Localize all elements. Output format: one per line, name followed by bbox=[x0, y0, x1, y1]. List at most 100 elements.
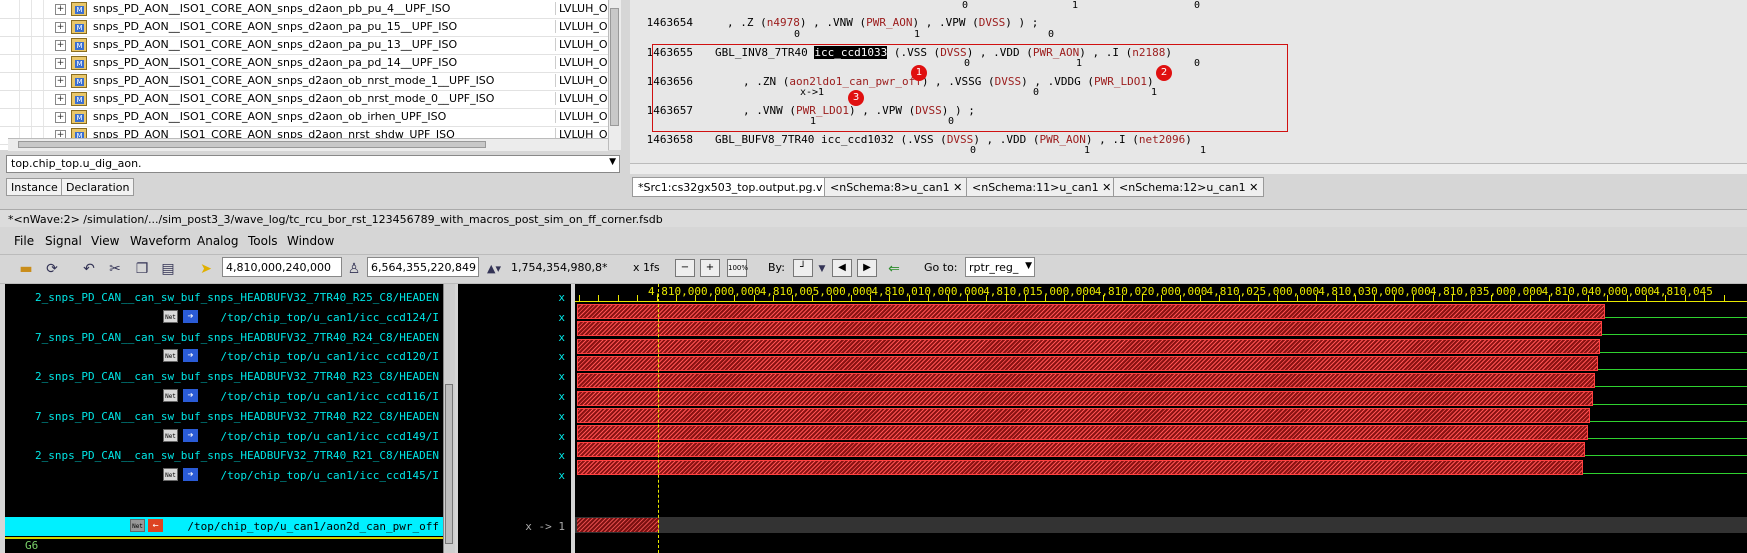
menu-file[interactable]: File bbox=[14, 234, 34, 248]
signal-list-scrollbar[interactable] bbox=[443, 284, 455, 553]
group-label: G6 bbox=[25, 539, 39, 552]
menu-analog[interactable]: Analog bbox=[197, 234, 238, 248]
waveform-unknown-segment[interactable] bbox=[577, 321, 1602, 337]
waveform-low-segment[interactable] bbox=[1588, 438, 1747, 440]
waveform-unknown-segment[interactable] bbox=[577, 355, 1598, 371]
search-type-icon[interactable]: ┘ bbox=[793, 259, 813, 277]
waveform-unknown-segment[interactable] bbox=[577, 304, 1605, 319]
signal-value: 1 bbox=[1072, 0, 1079, 11]
menu-window[interactable]: Window bbox=[287, 234, 334, 248]
expand-icon[interactable]: + bbox=[55, 40, 66, 51]
waveform-unknown-segment[interactable] bbox=[577, 518, 659, 532]
waveform-unknown-segment[interactable] bbox=[577, 442, 1585, 458]
menu-signal[interactable]: Signal bbox=[45, 234, 82, 248]
signal-row[interactable]: Net ➔ /top/chip_top/u_can1/icc_ccd124/I bbox=[5, 308, 443, 327]
signal-row[interactable]: 7_snps_PD_CAN__can_sw_buf_snps_HEADBUFV3… bbox=[5, 407, 443, 426]
tree-item[interactable]: + snps_PD_AON__ISO1_CORE_AON_snps_d2aon_o… bbox=[0, 90, 608, 109]
signal-row[interactable]: 7_snps_PD_CAN__can_sw_buf_snps_HEADBUFV3… bbox=[5, 328, 443, 347]
signal-row[interactable]: 2_snps_PD_CAN__can_sw_buf_snps_HEADBUFV3… bbox=[5, 288, 443, 307]
tree-item[interactable]: + snps_PD_AON__ISO1_CORE_AON_snps_d2aon_p… bbox=[0, 0, 608, 19]
marker-time-field[interactable]: 6,564,355,220,849 bbox=[367, 257, 479, 277]
expand-icon[interactable]: + bbox=[55, 22, 66, 33]
signal-row[interactable]: Net ← /top/chip_top/u_can1/aon2d_can_pwr_o… bbox=[5, 517, 443, 536]
tree-item[interactable]: + snps_PD_AON__ISO1_CORE_AON_snps_d2aon_p… bbox=[0, 18, 608, 37]
goto-select[interactable]: rptr_reg_ ▼ bbox=[965, 257, 1035, 277]
menu-tools[interactable]: Tools bbox=[248, 234, 278, 248]
search-previous-icon[interactable]: ◀ bbox=[832, 259, 852, 277]
menu-view[interactable]: View bbox=[91, 234, 119, 248]
signal-row[interactable]: 2_snps_PD_CAN__can_sw_buf_snps_HEADBUFV3… bbox=[5, 367, 443, 386]
tree-item[interactable]: + snps_PD_AON__ISO1_CORE_AON_snps_d2aon_p… bbox=[0, 54, 608, 73]
chevron-down-icon[interactable]: ▼ bbox=[609, 157, 616, 167]
close-icon[interactable]: ✕ bbox=[1249, 181, 1258, 194]
marker-icon[interactable]: ♙ bbox=[345, 261, 363, 277]
tab-nschema-12[interactable]: <nSchema:12>u_can1 ✕ bbox=[1113, 177, 1265, 197]
ruler-tick bbox=[1393, 295, 1395, 301]
source-horizontal-scrollbar[interactable] bbox=[630, 163, 1747, 174]
undo-icon[interactable]: ↶ bbox=[80, 261, 98, 277]
signal-row[interactable]: Net ➔ /top/chip_top/u_can1/icc_ccd116/I bbox=[5, 387, 443, 406]
signal-row[interactable]: Net ➔ /top/chip_top/u_can1/icc_ccd120/I bbox=[5, 347, 443, 366]
signal-row[interactable]: Net ➔ /top/chip_top/u_can1/icc_ccd149/I bbox=[5, 427, 443, 446]
expand-icon[interactable]: + bbox=[55, 76, 66, 87]
hierarchy-horizontal-scrollbar[interactable] bbox=[8, 138, 608, 151]
zoom-in-icon[interactable]: + bbox=[700, 259, 720, 277]
scrollbar-thumb[interactable] bbox=[445, 384, 453, 544]
waveform-unknown-segment[interactable] bbox=[577, 407, 1590, 423]
zoom-fit-icon[interactable]: 100% bbox=[727, 259, 748, 277]
expand-icon[interactable]: + bbox=[55, 112, 66, 123]
tree-item[interactable]: + snps_PD_AON__ISO1_CORE_AON_snps_d2aon_o… bbox=[0, 72, 608, 91]
expand-icon[interactable]: + bbox=[55, 58, 66, 69]
cursor-time-field[interactable]: 4,810,000,240,000 bbox=[222, 257, 342, 277]
waveform-low-segment[interactable] bbox=[1598, 368, 1747, 370]
waveform-low-segment[interactable] bbox=[1602, 334, 1747, 336]
waveform-low-segment[interactable] bbox=[1605, 317, 1747, 318]
tree-item[interactable]: + snps_PD_AON__ISO1_CORE_AON_snps_d2aon_p… bbox=[0, 36, 608, 55]
reload-icon[interactable]: ⟳ bbox=[43, 261, 61, 277]
time-cursor[interactable] bbox=[658, 284, 659, 553]
tab-source[interactable]: *Src1:cs32gx503_top.output.pg.v bbox=[632, 177, 829, 197]
zoom-out-icon[interactable]: − bbox=[675, 259, 695, 277]
tab-declaration[interactable]: Declaration bbox=[61, 178, 135, 196]
waveform-low-segment[interactable] bbox=[1590, 420, 1747, 422]
signal-row[interactable]: Net ➔ /top/chip_top/u_can1/icc_ccd145/I bbox=[5, 466, 443, 485]
waveform-pane[interactable]: 4,810,000,000,000 4,810,005,000,000 4,810,… bbox=[575, 284, 1747, 553]
waveform-unknown-segment[interactable] bbox=[577, 338, 1600, 354]
waveform-unknown-segment[interactable] bbox=[577, 373, 1595, 389]
chevron-down-icon[interactable]: ▼ bbox=[1025, 261, 1032, 271]
close-icon[interactable]: ✕ bbox=[1102, 181, 1111, 194]
tab-instance[interactable]: Instance bbox=[6, 178, 63, 196]
waveform-low-segment[interactable] bbox=[1595, 386, 1747, 388]
waveform-unknown-segment[interactable] bbox=[577, 390, 1593, 406]
scrollbar-thumb[interactable] bbox=[610, 8, 619, 126]
menu-waveform[interactable]: Waveform bbox=[130, 234, 191, 248]
scrollbar-thumb[interactable] bbox=[18, 141, 486, 148]
waveform-low-segment[interactable] bbox=[1585, 455, 1747, 457]
waveform-unknown-segment[interactable] bbox=[577, 459, 1583, 475]
hierarchy-vertical-scrollbar[interactable] bbox=[608, 0, 621, 150]
close-icon[interactable]: ✕ bbox=[953, 181, 962, 194]
back-icon[interactable]: ⇐ bbox=[885, 261, 903, 277]
signal-row[interactable]: 2_snps_PD_CAN__can_sw_buf_snps_HEADBUFV3… bbox=[5, 446, 443, 465]
copy-icon[interactable]: ❐ bbox=[133, 261, 151, 277]
tab-nschema-11[interactable]: <nSchema:11>u_can1 ✕ bbox=[966, 177, 1118, 197]
search-next-icon[interactable]: ▶ bbox=[857, 259, 877, 277]
expand-icon[interactable]: + bbox=[55, 94, 66, 105]
waveform-low-segment[interactable] bbox=[1583, 472, 1747, 474]
time-ruler[interactable]: 4,810,000,000,000 4,810,005,000,000 4,810,… bbox=[575, 284, 1747, 302]
chevron-down-icon[interactable]: ▼ bbox=[813, 261, 831, 277]
tree-item[interactable]: + snps_PD_AON__ISO1_CORE_AON_snps_d2aon_o… bbox=[0, 108, 608, 127]
waveform-low-segment[interactable] bbox=[1593, 403, 1747, 405]
expand-icon[interactable]: + bbox=[55, 4, 66, 15]
scope-path-field[interactable]: top.chip_top.u_dig_aon. ▼ bbox=[6, 155, 620, 173]
ruler-tick bbox=[1335, 295, 1337, 301]
instance-name: snps_PD_AON__ISO1_CORE_AON_snps_d2aon_ob… bbox=[93, 74, 495, 87]
waveform-unknown-segment[interactable] bbox=[577, 425, 1588, 441]
waveform-low-segment[interactable] bbox=[1600, 351, 1747, 353]
cell-name: LVLUH_OI bbox=[555, 92, 608, 105]
paste-icon[interactable]: ▤ bbox=[159, 261, 177, 277]
cut-icon[interactable]: ✂ bbox=[106, 261, 124, 277]
pointer-icon[interactable]: ➤ bbox=[197, 261, 215, 277]
tab-nschema-8[interactable]: <nSchema:8>u_can1 ✕ bbox=[824, 177, 969, 197]
open-folder-icon[interactable]: ▬ bbox=[17, 261, 35, 277]
